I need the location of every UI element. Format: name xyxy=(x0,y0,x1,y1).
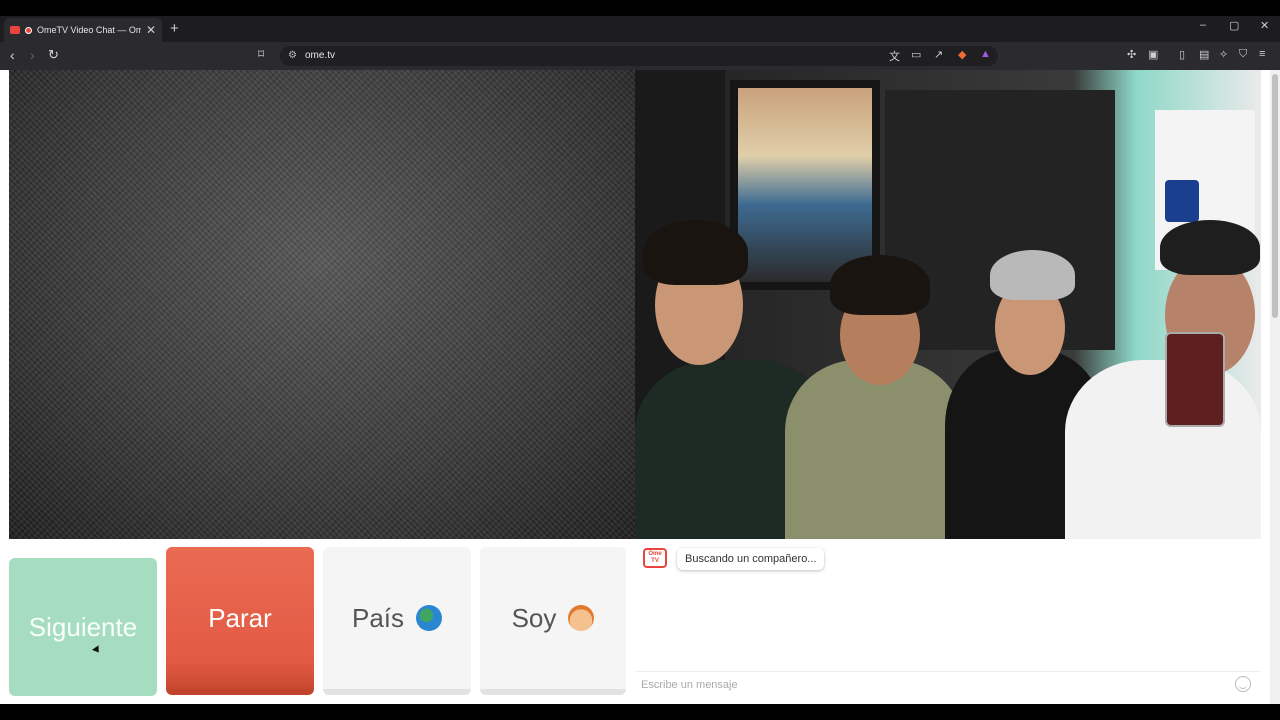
static-noise xyxy=(9,70,635,539)
mouse-cursor-icon xyxy=(92,645,102,655)
person-hair xyxy=(990,250,1075,300)
drink-glass xyxy=(1165,332,1225,427)
minimize-icon[interactable]: – xyxy=(1200,19,1206,31)
tab-title: OmeTV Video Chat — Omeg xyxy=(37,25,141,35)
own-webcam-video xyxy=(635,70,1261,539)
stop-button[interactable]: Parar xyxy=(166,547,314,695)
browser-toolbar: ‹ › ↻ ⌑ ⚙ ome.tv 文 ▭ ↗ ◆ ▲ ✣ ▣ ▯ ▤ ✧ ⛉ ≡ xyxy=(0,42,1280,70)
country-button[interactable]: País xyxy=(323,547,471,695)
chat-controls: Siguiente Parar País Soy xyxy=(9,547,626,697)
recording-indicator-icon xyxy=(25,26,32,34)
ometv-favicon-icon xyxy=(10,26,20,34)
new-tab-button[interactable]: + xyxy=(170,20,179,37)
globe-icon xyxy=(416,605,443,631)
person xyxy=(785,360,965,539)
wallet-icon[interactable]: ▤ xyxy=(1199,48,1209,61)
sidebar-icon[interactable]: ▯ xyxy=(1179,48,1185,61)
person-hair xyxy=(830,255,930,315)
translate-icon[interactable]: 文 xyxy=(889,48,900,64)
ometv-logo-icon: Ome TV xyxy=(643,548,667,568)
site-settings-icon[interactable]: ⚙ xyxy=(288,46,297,66)
stop-button-label: Parar xyxy=(208,602,272,633)
brave-rewards-icon[interactable]: ▲ xyxy=(980,48,991,60)
message-input[interactable] xyxy=(641,675,1221,695)
forward-icon[interactable]: › xyxy=(30,47,35,63)
wallet-small-icon[interactable]: ▣ xyxy=(1148,48,1158,61)
person xyxy=(1065,360,1261,539)
back-icon[interactable]: ‹ xyxy=(10,47,15,63)
next-button[interactable]: Siguiente xyxy=(9,558,157,696)
screen-bottom-border xyxy=(0,704,1280,720)
person-hair xyxy=(643,220,748,285)
country-button-label: País xyxy=(351,602,405,633)
leo-ai-icon[interactable]: ✧ xyxy=(1219,48,1228,61)
bookmark-icon[interactable]: ⌑ xyxy=(258,47,264,61)
page-scrollbar[interactable] xyxy=(1270,70,1280,704)
vpn-icon[interactable]: ⛉ xyxy=(1239,48,1247,61)
close-window-icon[interactable]: ✕ xyxy=(1260,19,1269,32)
reload-icon[interactable]: ↻ xyxy=(48,47,59,63)
active-tab[interactable]: OmeTV Video Chat — Omeg ✕ xyxy=(4,18,162,42)
screen-top-border xyxy=(0,0,1280,16)
person-cap xyxy=(1160,220,1260,275)
emoji-icon[interactable] xyxy=(1235,676,1251,692)
tab-close-icon[interactable]: ✕ xyxy=(146,23,156,37)
extensions-icon[interactable]: ✣ xyxy=(1127,48,1136,61)
scrollbar-thumb[interactable] xyxy=(1272,74,1278,318)
next-button-label: Siguiente xyxy=(28,611,138,642)
chat-panel: Ome TV Buscando un compañero... xyxy=(635,539,1261,699)
stranger-video-static xyxy=(9,70,635,539)
cast-icon[interactable]: ▭ xyxy=(911,48,921,61)
page-content: Siguiente Parar País Soy Ome TV Buscando… xyxy=(0,70,1280,704)
message-composer xyxy=(635,671,1261,697)
maximize-icon[interactable]: ▢ xyxy=(1229,19,1239,32)
gender-button-label: Soy xyxy=(511,602,557,633)
url-text: ome.tv xyxy=(305,50,336,61)
status-message: Buscando un compañero... xyxy=(677,548,825,570)
menu-icon[interactable]: ≡ xyxy=(1259,48,1265,60)
brave-shield-icon[interactable]: ◆ xyxy=(958,48,966,61)
gender-button[interactable]: Soy xyxy=(480,547,626,695)
tab-strip: OmeTV Video Chat — Omeg ✕ + – ▢ ✕ xyxy=(0,16,1280,42)
boy-face-icon xyxy=(568,605,595,631)
share-icon[interactable]: ↗ xyxy=(934,48,943,61)
club-badge xyxy=(1165,180,1199,222)
